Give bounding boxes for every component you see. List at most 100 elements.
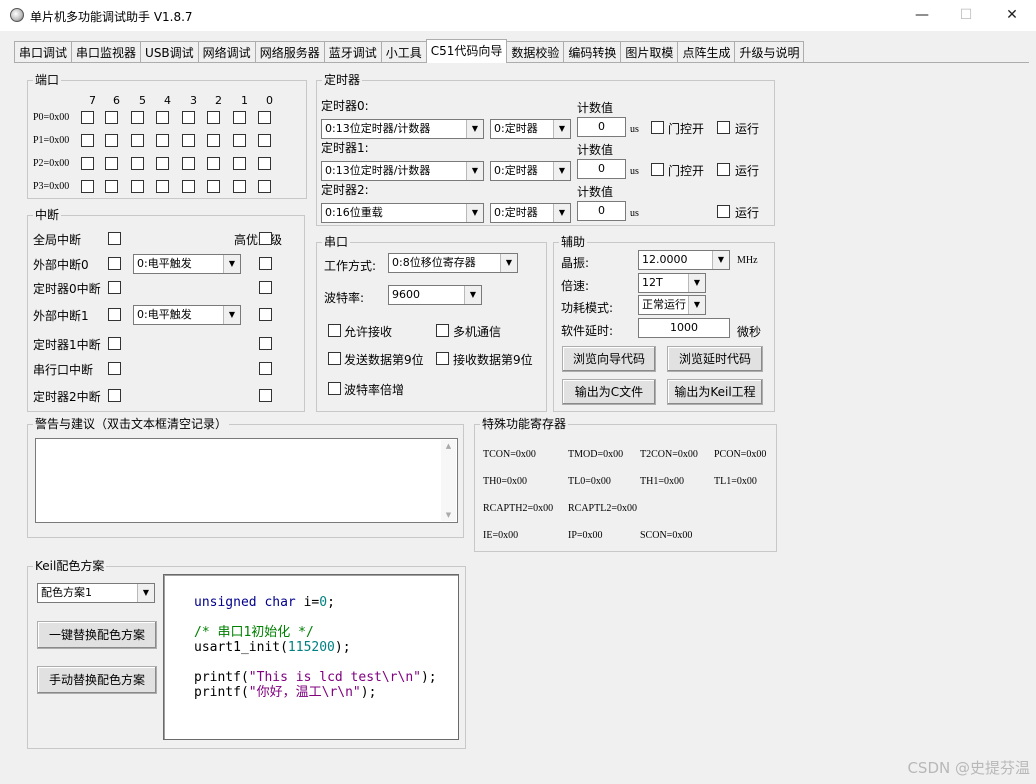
timer-func-select[interactable]: 0:定时器 ▼ (490, 161, 571, 181)
one-click-replace-button[interactable]: 一键替换配色方案 (37, 621, 157, 649)
port-bit-checkbox[interactable] (156, 180, 169, 193)
port-bit-checkbox[interactable] (81, 111, 94, 124)
port-bit-checkbox[interactable] (81, 134, 94, 147)
high-priority-checkbox[interactable] (259, 232, 272, 245)
browse-delay-button[interactable]: 浏览延时代码 (667, 346, 763, 372)
interrupt-enable-checkbox[interactable] (108, 389, 121, 402)
port-bit-checkbox[interactable] (81, 157, 94, 170)
high-priority-checkbox[interactable] (259, 281, 272, 294)
tab-10[interactable]: 图片取模 (620, 41, 679, 63)
tab-0[interactable]: 串口调试 (14, 41, 73, 63)
port-bit-checkbox[interactable] (233, 111, 246, 124)
recv9-checkbox[interactable] (436, 352, 449, 365)
port-bit-checkbox[interactable] (258, 157, 271, 170)
timer-func-select[interactable]: 0:定时器 ▼ (490, 119, 571, 139)
tab-3[interactable]: 网络调试 (197, 41, 256, 63)
scroll-down-icon[interactable]: ▼ (441, 509, 456, 521)
port-bit-checkbox[interactable] (182, 111, 195, 124)
port-bit-checkbox[interactable] (233, 157, 246, 170)
power-select[interactable]: 正常运行 ▼ (638, 295, 706, 315)
manual-replace-button[interactable]: 手动替换配色方案 (37, 666, 157, 694)
port-bit-checkbox[interactable] (131, 111, 144, 124)
warning-textbox[interactable]: ▲ ▼ (35, 438, 458, 523)
gate-checkbox[interactable] (651, 163, 664, 176)
baud-select[interactable]: 9600 ▼ (388, 285, 482, 305)
port-bit-checkbox[interactable] (156, 134, 169, 147)
port-bit-checkbox[interactable] (207, 180, 220, 193)
port-bit-checkbox[interactable] (156, 111, 169, 124)
browse-wizard-button[interactable]: 浏览向导代码 (562, 346, 656, 372)
high-priority-checkbox[interactable] (259, 362, 272, 375)
tab-11[interactable]: 点阵生成 (677, 41, 736, 63)
high-priority-checkbox[interactable] (259, 257, 272, 270)
tab-7[interactable]: C51代码向导 (425, 39, 508, 63)
interrupt-enable-checkbox[interactable] (108, 257, 121, 270)
port-bit-checkbox[interactable] (182, 180, 195, 193)
port-bit-checkbox[interactable] (81, 180, 94, 193)
warning-scrollbar[interactable]: ▲ ▼ (441, 440, 456, 521)
scheme-select[interactable]: 配色方案1 ▼ (37, 583, 155, 603)
run-checkbox[interactable] (717, 205, 730, 218)
port-bit-checkbox[interactable] (105, 157, 118, 170)
timer-func-select[interactable]: 0:定时器 ▼ (490, 203, 571, 223)
port-bit-checkbox[interactable] (105, 111, 118, 124)
port-bit-checkbox[interactable] (258, 180, 271, 193)
port-bit-checkbox[interactable] (233, 180, 246, 193)
interrupt-enable-checkbox[interactable] (108, 337, 121, 350)
baud-double-checkbox[interactable] (328, 382, 341, 395)
tab-9[interactable]: 编码转换 (563, 41, 622, 63)
port-bit-checkbox[interactable] (131, 134, 144, 147)
port-bit-checkbox[interactable] (105, 180, 118, 193)
high-priority-checkbox[interactable] (259, 389, 272, 402)
trigger-mode-select[interactable]: 0:电平触发 ▼ (133, 305, 241, 325)
high-priority-checkbox[interactable] (259, 337, 272, 350)
count-input[interactable]: 0 (577, 117, 626, 137)
port-bit-checkbox[interactable] (207, 134, 220, 147)
speed-select[interactable]: 12T ▼ (638, 273, 706, 293)
tab-12[interactable]: 升级与说明 (734, 41, 805, 63)
timer-mode-select[interactable]: 0:13位定时器/计数器 ▼ (321, 119, 484, 139)
tab-5[interactable]: 蓝牙调试 (323, 41, 382, 63)
port-bit-checkbox[interactable] (258, 111, 271, 124)
timer-mode-select[interactable]: 0:16位重载 ▼ (321, 203, 484, 223)
close-button[interactable]: ✕ (995, 4, 1029, 26)
allow-rx-checkbox[interactable] (328, 324, 341, 337)
maximize-button[interactable]: ☐ (949, 4, 983, 26)
scroll-up-icon[interactable]: ▲ (441, 440, 456, 452)
crystal-select[interactable]: 12.0000 ▼ (638, 250, 730, 270)
serial-mode-select[interactable]: 0:8位移位寄存器 ▼ (388, 253, 518, 273)
run-checkbox[interactable] (717, 121, 730, 134)
port-bit-checkbox[interactable] (105, 134, 118, 147)
export-c-button[interactable]: 输出为C文件 (562, 379, 656, 405)
minimize-button[interactable]: — (905, 4, 939, 26)
count-input[interactable]: 0 (577, 201, 626, 221)
count-input[interactable]: 0 (577, 159, 626, 179)
port-bit-checkbox[interactable] (156, 157, 169, 170)
timer-mode-select[interactable]: 0:13位定时器/计数器 ▼ (321, 161, 484, 181)
port-bit-checkbox[interactable] (207, 111, 220, 124)
high-priority-checkbox[interactable] (259, 308, 272, 321)
port-bit-checkbox[interactable] (182, 157, 195, 170)
tab-1[interactable]: 串口监视器 (71, 41, 142, 63)
port-bit-checkbox[interactable] (131, 157, 144, 170)
tab-4[interactable]: 网络服务器 (254, 41, 325, 63)
export-keil-button[interactable]: 输出为Keil工程 (667, 379, 763, 405)
trigger-mode-select[interactable]: 0:电平触发 ▼ (133, 254, 241, 274)
gate-checkbox[interactable] (651, 121, 664, 134)
port-bit-checkbox[interactable] (182, 134, 195, 147)
tab-6[interactable]: 小工具 (380, 41, 427, 63)
multi-checkbox[interactable] (436, 324, 449, 337)
delay-input[interactable]: 1000 (638, 318, 730, 338)
interrupt-enable-checkbox[interactable] (108, 232, 121, 245)
tab-2[interactable]: USB调试 (140, 41, 199, 63)
send9-checkbox[interactable] (328, 352, 341, 365)
port-bit-checkbox[interactable] (131, 180, 144, 193)
interrupt-enable-checkbox[interactable] (108, 308, 121, 321)
tab-8[interactable]: 数据校验 (506, 41, 565, 63)
port-bit-checkbox[interactable] (207, 157, 220, 170)
port-bit-checkbox[interactable] (233, 134, 246, 147)
run-checkbox[interactable] (717, 163, 730, 176)
port-bit-checkbox[interactable] (258, 134, 271, 147)
interrupt-enable-checkbox[interactable] (108, 281, 121, 294)
interrupt-enable-checkbox[interactable] (108, 362, 121, 375)
